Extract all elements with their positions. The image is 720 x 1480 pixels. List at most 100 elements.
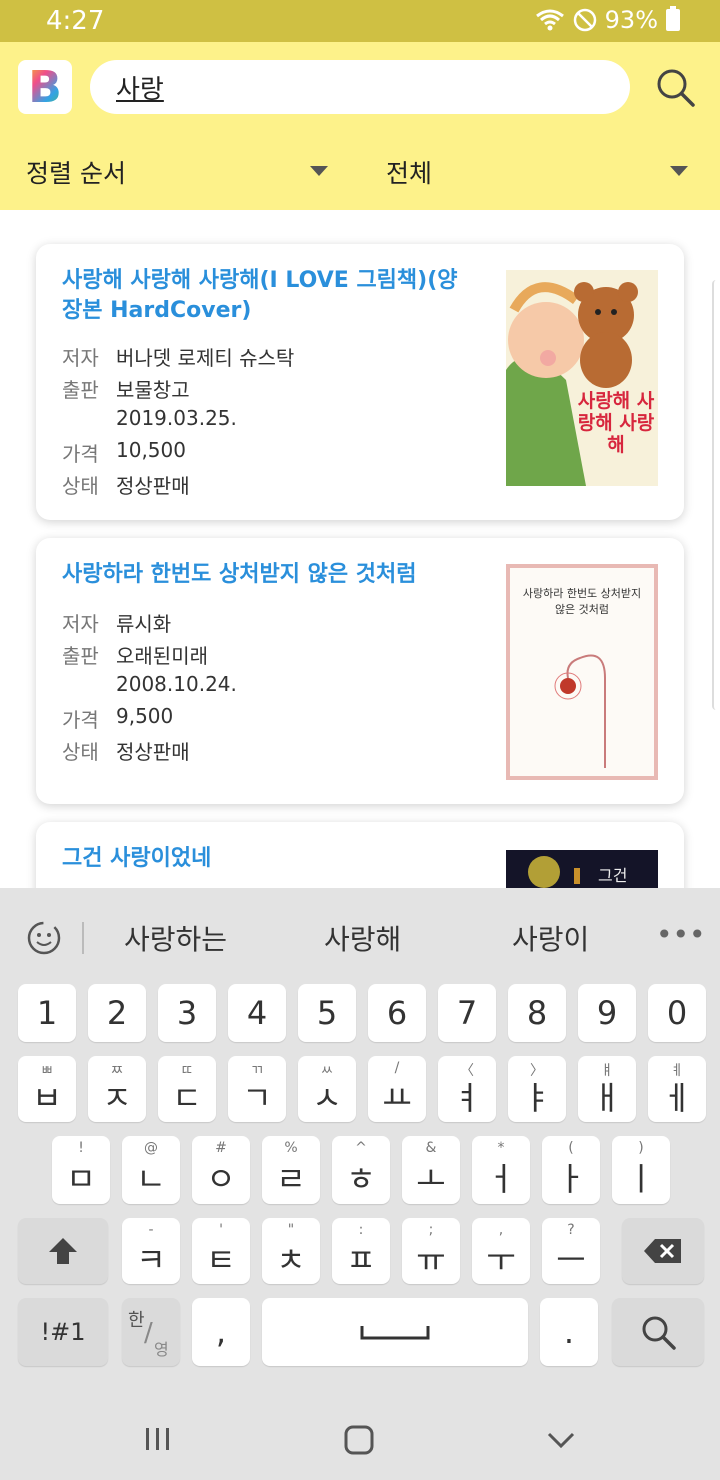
letter-key[interactable]: * ㅓ [472, 1136, 530, 1204]
cover-illustration [506, 850, 658, 890]
letter-key[interactable]: ,ㅜ [472, 1218, 530, 1284]
suggestion-3[interactable]: 사랑이 [512, 918, 589, 958]
key-label: ㅋ [136, 1241, 166, 1279]
price-value: 10,500 [116, 438, 186, 462]
letter-key[interactable]: :ㅍ [332, 1218, 390, 1284]
letter-key[interactable]: 〉ㅑ [508, 1056, 566, 1122]
status-label: 상태 [62, 740, 99, 764]
suggestion-1[interactable]: 사랑하는 [124, 918, 227, 958]
book-cover-image[interactable]: 사랑하라 한번도 상처받지 않은 것처럼 [506, 564, 658, 780]
period-key[interactable]: . [540, 1298, 598, 1366]
more-options-icon[interactable]: ••• [656, 918, 706, 951]
letter-key[interactable]: 〈ㅕ [438, 1056, 496, 1122]
category-dropdown[interactable]: 전체 [386, 154, 432, 190]
book-title[interactable]: 그건 사랑이었네 [62, 844, 462, 874]
key-secondary-label: ? [567, 1222, 575, 1238]
search-icon [642, 1316, 676, 1350]
letter-key[interactable]: ^ ㅎ [332, 1136, 390, 1204]
back-icon[interactable] [546, 1430, 576, 1450]
letter-key[interactable]: ; ㅠ [402, 1218, 460, 1284]
key-secondary-label: - [148, 1222, 154, 1238]
search-icon[interactable] [652, 64, 698, 110]
key-secondary-label: ㅉ [110, 1063, 124, 1079]
number-key[interactable]: 1 [18, 984, 76, 1042]
letter-key[interactable]: ㅆㅅ [298, 1056, 356, 1122]
number-key[interactable]: 8 [508, 984, 566, 1042]
emoji-icon[interactable] [24, 918, 64, 958]
status-bar: 4:27 93% [0, 0, 720, 42]
home-icon[interactable] [343, 1424, 375, 1456]
letter-key[interactable]: ㅖㅔ [648, 1056, 706, 1122]
key-secondary-label: # [215, 1140, 227, 1156]
book-cover-image[interactable]: 사랑해 사랑해 사랑해 [506, 270, 658, 486]
letter-key[interactable]: @ ㄴ [122, 1136, 180, 1204]
search-key[interactable] [612, 1298, 704, 1366]
number-key[interactable]: 7 [438, 984, 496, 1042]
letter-key[interactable]: ㅒㅐ [578, 1056, 636, 1122]
wifi-icon [535, 9, 564, 31]
battery-icon [666, 6, 680, 31]
space-key[interactable] [262, 1298, 528, 1366]
key-secondary-label: % [284, 1140, 298, 1156]
author-value: 버나뎃 로제티 슈스탁 [116, 346, 295, 370]
book-title[interactable]: 사랑해 사랑해 사랑해(I LOVE 그림책)(양장본 HardCover) [62, 266, 462, 326]
letter-key[interactable]: " ㅊ [262, 1218, 320, 1284]
language-switch-key[interactable]: 한 / 영 [122, 1298, 180, 1366]
key-label: ㄹ [276, 1160, 306, 1198]
book-card[interactable]: 그건 사랑이었네 그건 [36, 822, 684, 890]
status-label: 상태 [62, 474, 99, 498]
number-key[interactable]: 3 [158, 984, 216, 1042]
number-key[interactable]: 5 [298, 984, 356, 1042]
comma-key[interactable]: , [192, 1298, 250, 1366]
letter-key[interactable]: ' ㅌ [192, 1218, 250, 1284]
letter-key[interactable]: ㅉㅈ [88, 1056, 146, 1122]
letter-key[interactable]: # ㅇ [192, 1136, 250, 1204]
lang-korean-label: 한 [128, 1310, 145, 1331]
letter-key[interactable]: ㄲㄱ [228, 1056, 286, 1122]
book-title[interactable]: 사랑하라 한번도 상처받지 않은 것처럼 [62, 560, 482, 590]
recent-apps-icon[interactable] [144, 1426, 172, 1452]
letter-key[interactable]: ㄸㄷ [158, 1056, 216, 1122]
search-input[interactable]: 사랑 [90, 60, 630, 114]
number-key[interactable]: 0 [648, 984, 706, 1042]
shift-key[interactable] [18, 1218, 108, 1284]
backspace-key[interactable] [622, 1218, 704, 1284]
key-secondary-label: 〉 [530, 1063, 544, 1079]
letter-key[interactable]: ) ㅣ [612, 1136, 670, 1204]
category-chevron-down-icon[interactable] [670, 166, 688, 176]
symbols-key[interactable]: !#1 [18, 1298, 108, 1366]
publisher-label: 출판 [62, 378, 99, 402]
number-key[interactable]: 6 [368, 984, 426, 1042]
price-label: 가격 [62, 442, 99, 466]
lang-english-label: 영 [154, 1340, 169, 1359]
number-key[interactable]: 9 [578, 984, 636, 1042]
letter-key[interactable]: -ㅋ [122, 1218, 180, 1284]
cover-title: 그건 [598, 866, 628, 885]
book-card[interactable]: 사랑해 사랑해 사랑해(I LOVE 그림책)(양장본 HardCover) 저… [36, 244, 684, 520]
book-card[interactable]: 사랑하라 한번도 상처받지 않은 것처럼 저자 류시화 출판 오래된미래 2008.… [36, 538, 684, 804]
scrollbar[interactable] [712, 280, 720, 710]
letter-key[interactable]: & ㅗ [402, 1136, 460, 1204]
letter-key[interactable]: / ㅛ [368, 1056, 426, 1122]
sort-chevron-down-icon[interactable] [310, 166, 328, 176]
publisher-value: 오래된미래 [116, 644, 208, 668]
app-header: B 사랑 정렬 순서 전체 [0, 42, 720, 210]
key-secondary-label: / [394, 1060, 400, 1076]
price-value: 9,500 [116, 704, 174, 728]
key-label: ㅠ [416, 1241, 446, 1279]
suggestion-2[interactable]: 사랑해 [324, 918, 401, 958]
letter-key[interactable]: ! ㅁ [52, 1136, 110, 1204]
letter-key[interactable]: % ㄹ [262, 1136, 320, 1204]
book-cover-image[interactable]: 그건 [506, 850, 658, 890]
book-list[interactable]: 사랑해 사랑해 사랑해(I LOVE 그림책)(양장본 HardCover) 저… [0, 210, 720, 890]
key-label: ㅗ [416, 1160, 446, 1198]
sort-order-dropdown[interactable]: 정렬 순서 [26, 154, 126, 190]
app-logo[interactable]: B [18, 60, 72, 114]
letter-key[interactable]: (ㅏ [542, 1136, 600, 1204]
number-key[interactable]: 2 [88, 984, 146, 1042]
number-key[interactable]: 4 [228, 984, 286, 1042]
key-label: ㄴ [136, 1160, 166, 1198]
author-label: 저자 [62, 346, 99, 370]
letter-key[interactable]: ㅃㅂ [18, 1056, 76, 1122]
letter-key[interactable]: ? ㅡ [542, 1218, 600, 1284]
